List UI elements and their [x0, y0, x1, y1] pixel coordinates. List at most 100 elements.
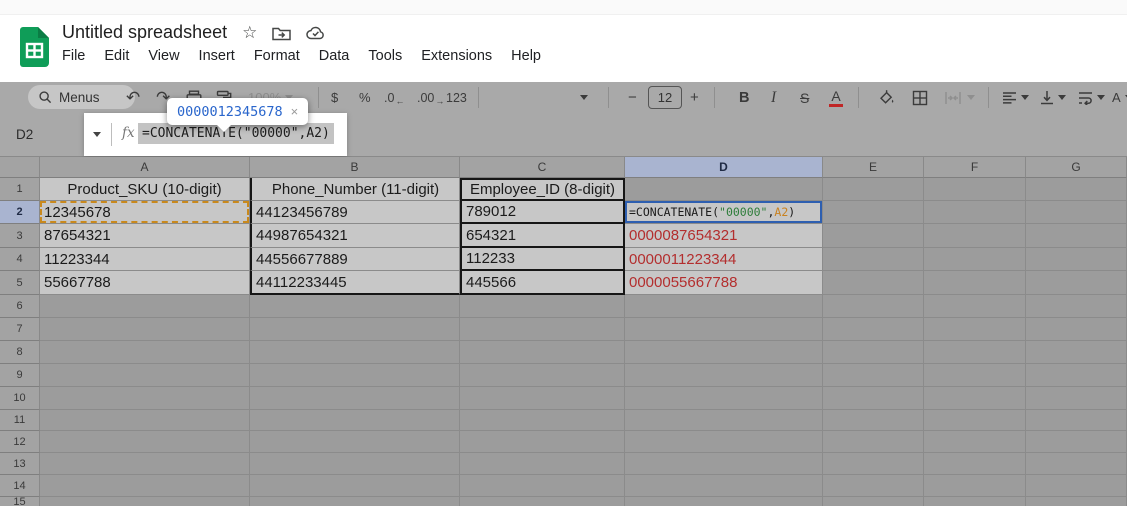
cell-G6[interactable]	[1026, 295, 1127, 318]
cell-E9[interactable]	[823, 364, 924, 387]
row-header-4[interactable]: 4	[0, 248, 40, 271]
menu-format[interactable]: Format	[254, 48, 300, 64]
cell-E8[interactable]	[823, 341, 924, 364]
merge-cells-button[interactable]	[944, 82, 975, 113]
cell-E4[interactable]	[823, 248, 924, 271]
cell-A12[interactable]	[40, 431, 250, 453]
cell-G3[interactable]	[1026, 224, 1127, 248]
row-header-8[interactable]: 8	[0, 341, 40, 364]
cell-C4[interactable]: 112233	[460, 248, 625, 271]
cell-A3[interactable]: 87654321	[40, 224, 250, 248]
close-icon[interactable]: ×	[291, 104, 299, 119]
font-dropdown[interactable]	[580, 82, 588, 113]
cell-G8[interactable]	[1026, 341, 1127, 364]
cell-C11[interactable]	[460, 410, 625, 431]
cell-F8[interactable]	[924, 341, 1026, 364]
menu-edit[interactable]: Edit	[104, 48, 129, 64]
name-box[interactable]: D2	[16, 113, 33, 156]
cell-B10[interactable]	[250, 387, 460, 410]
cell-D10[interactable]	[625, 387, 823, 410]
column-header-A[interactable]: A	[40, 157, 250, 178]
cell-F12[interactable]	[924, 431, 1026, 453]
cloud-saved-icon[interactable]	[306, 25, 326, 40]
cell-G10[interactable]	[1026, 387, 1127, 410]
bold-button[interactable]: B	[739, 82, 749, 113]
row-header-12[interactable]: 12	[0, 431, 40, 453]
row-header-14[interactable]: 14	[0, 475, 40, 497]
cell-A13[interactable]	[40, 453, 250, 475]
menu-tools[interactable]: Tools	[368, 48, 402, 64]
cell-A2[interactable]: 12345678	[40, 201, 250, 224]
decrease-decimals-button[interactable]: .0←	[384, 82, 404, 113]
cell-G9[interactable]	[1026, 364, 1127, 387]
cell-B15[interactable]	[250, 497, 460, 506]
row-header-10[interactable]: 10	[0, 387, 40, 410]
cell-B3[interactable]: 44987654321	[250, 224, 460, 248]
menu-view[interactable]: View	[148, 48, 179, 64]
cell-E12[interactable]	[823, 431, 924, 453]
row-header-3[interactable]: 3	[0, 224, 40, 248]
cell-C6[interactable]	[460, 295, 625, 318]
cell-C12[interactable]	[460, 431, 625, 453]
sheets-logo-icon[interactable]	[20, 27, 49, 67]
cell-A7[interactable]	[40, 318, 250, 341]
cell-E11[interactable]	[823, 410, 924, 431]
cell-B5[interactable]: 44112233445	[250, 271, 460, 295]
cell-C1[interactable]: Employee_ID (8-digit)	[460, 178, 625, 201]
cell-B2[interactable]: 44123456789	[250, 201, 460, 224]
increase-decimals-button[interactable]: .00→	[417, 82, 444, 113]
undo-button[interactable]: ↶	[126, 82, 140, 113]
cell-D6[interactable]	[625, 295, 823, 318]
cell-A4[interactable]: 11223344	[40, 248, 250, 271]
column-header-C[interactable]: C	[460, 157, 625, 178]
cell-F10[interactable]	[924, 387, 1026, 410]
cell-D5[interactable]: 0000055667788	[625, 271, 823, 295]
cell-G14[interactable]	[1026, 475, 1127, 497]
move-folder-icon[interactable]	[272, 25, 291, 41]
cell-A11[interactable]	[40, 410, 250, 431]
cell-B14[interactable]	[250, 475, 460, 497]
cell-B13[interactable]	[250, 453, 460, 475]
horizontal-align-button[interactable]	[1002, 82, 1029, 113]
row-header-5[interactable]: 5	[0, 271, 40, 295]
cell-C10[interactable]	[460, 387, 625, 410]
cell-C15[interactable]	[460, 497, 625, 506]
menu-insert[interactable]: Insert	[199, 48, 235, 64]
cell-E7[interactable]	[823, 318, 924, 341]
increase-font-size-button[interactable]: +	[690, 82, 699, 113]
cell-D8[interactable]	[625, 341, 823, 364]
cell-E14[interactable]	[823, 475, 924, 497]
cell-F7[interactable]	[924, 318, 1026, 341]
cell-A6[interactable]	[40, 295, 250, 318]
borders-button[interactable]	[912, 82, 928, 113]
cell-B6[interactable]	[250, 295, 460, 318]
document-title[interactable]: Untitled spreadsheet	[62, 22, 227, 43]
cell-F6[interactable]	[924, 295, 1026, 318]
row-header-15[interactable]: 15	[0, 497, 40, 506]
row-header-6[interactable]: 6	[0, 295, 40, 318]
font-size-input[interactable]: 12	[648, 87, 682, 108]
row-header-13[interactable]: 13	[0, 453, 40, 475]
cell-B1[interactable]: Phone_Number (11-digit)	[250, 178, 460, 201]
cell-G15[interactable]	[1026, 497, 1127, 506]
row-header-7[interactable]: 7	[0, 318, 40, 341]
cell-G13[interactable]	[1026, 453, 1127, 475]
cell-D11[interactable]	[625, 410, 823, 431]
cell-B9[interactable]	[250, 364, 460, 387]
cell-E2[interactable]	[823, 201, 924, 224]
cell-D3[interactable]: 0000087654321	[625, 224, 823, 248]
cell-G7[interactable]	[1026, 318, 1127, 341]
menus-search-button[interactable]: Menus	[28, 85, 135, 109]
column-header-G[interactable]: G	[1026, 157, 1127, 178]
cell-B11[interactable]	[250, 410, 460, 431]
cell-A10[interactable]	[40, 387, 250, 410]
cell-B12[interactable]	[250, 431, 460, 453]
cell-D13[interactable]	[625, 453, 823, 475]
row-header-2[interactable]: 2	[0, 201, 40, 224]
name-box-chevron-icon[interactable]	[93, 132, 101, 137]
cell-G12[interactable]	[1026, 431, 1127, 453]
cell-G1[interactable]	[1026, 178, 1127, 201]
cell-C2[interactable]: 789012	[460, 201, 625, 224]
cell-C7[interactable]	[460, 318, 625, 341]
cell-D7[interactable]	[625, 318, 823, 341]
